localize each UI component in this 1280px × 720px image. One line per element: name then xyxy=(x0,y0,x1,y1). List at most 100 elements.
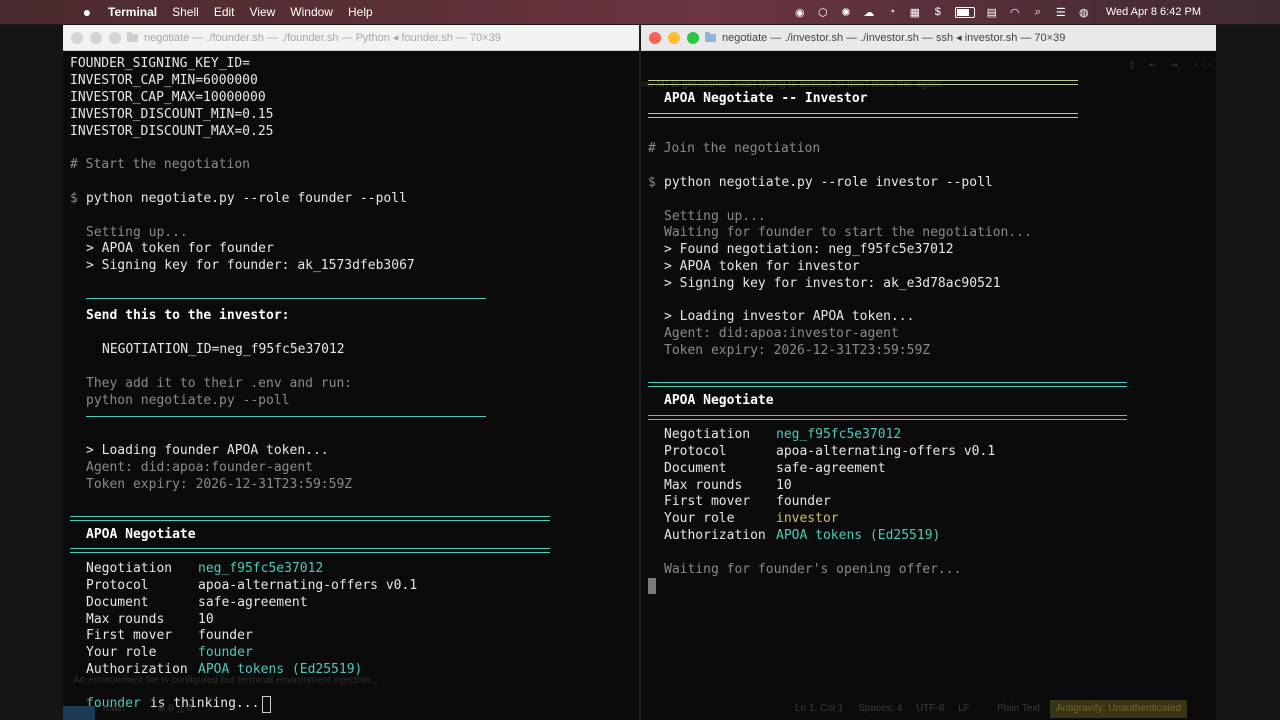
founder-terminal-window[interactable]: negotiate — ./founder.sh — ./founder.sh … xyxy=(63,25,639,720)
cursor-position[interactable]: Ln 1, Col 1 xyxy=(795,703,843,714)
token-line: > APOA token for founder xyxy=(86,241,274,256)
section-header: APOA Negotiate xyxy=(86,527,196,542)
folder-icon xyxy=(705,31,716,42)
info-value: founder xyxy=(198,645,253,660)
info-value: apoa-alternating-offers v0.1 xyxy=(776,444,996,459)
info-key: First mover xyxy=(86,628,173,643)
info-value: APOA tokens (Ed25519) xyxy=(776,528,941,543)
menu-view[interactable]: View xyxy=(250,5,276,19)
right-editor-gutter xyxy=(1216,25,1280,720)
banner-title: APOA Negotiate -- Investor xyxy=(664,91,868,106)
info-value: safe-agreement xyxy=(776,461,886,476)
menu-window[interactable]: Window xyxy=(290,5,333,19)
info-key: Your role xyxy=(664,511,735,526)
wifi-icon[interactable]: ◠ xyxy=(1008,5,1022,19)
minimize-button[interactable] xyxy=(668,31,680,44)
banner-rule xyxy=(648,80,1078,85)
grid-icon[interactable]: ▦ xyxy=(908,5,922,19)
founder-terminal-content[interactable]: FOUNDER_SIGNING_KEY_ID= INVESTOR_CAP_MIN… xyxy=(63,51,639,720)
close-button[interactable] xyxy=(649,31,661,44)
info-key: Protocol xyxy=(86,578,149,593)
setting-up-line: Setting up... xyxy=(86,225,188,240)
divider xyxy=(86,416,486,417)
token-line: > APOA token for investor xyxy=(664,259,860,274)
info-value: investor xyxy=(776,511,839,526)
found-line: > Found negotiation: neg_f95fc5e37012 xyxy=(664,242,954,257)
env-line: INVESTOR_DISCOUNT_MIN=0.15 xyxy=(70,107,274,122)
info-value: safe-agreement xyxy=(198,595,308,610)
indentation[interactable]: Spaces: 4 xyxy=(858,703,902,714)
user-avatar-icon[interactable]: ◍ xyxy=(1077,5,1091,19)
waiting-start-line: Waiting for founder to start the negotia… xyxy=(664,225,1032,240)
investor-window-title: negotiate — ./investor.sh — ./investor.s… xyxy=(705,31,1065,44)
env-line: FOUNDER_SIGNING_KEY_ID= xyxy=(70,56,251,71)
back-arrow-icon: ← xyxy=(1149,58,1156,71)
zoom-button[interactable] xyxy=(687,31,699,44)
founder-window-title: negotiate — ./founder.sh — ./founder.sh … xyxy=(127,31,501,44)
antigravity-status[interactable]: Antigravity: Unauthenticated xyxy=(1050,700,1188,718)
apple-menu-icon[interactable]: ● xyxy=(80,4,94,20)
terminal-cursor xyxy=(648,578,656,594)
split-editor-icon: ▯ xyxy=(1129,58,1136,71)
line-ending[interactable]: LF xyxy=(958,703,970,714)
prompt-symbol: $ xyxy=(70,191,78,206)
dollar-icon[interactable]: $ xyxy=(931,5,945,19)
brightness-icon[interactable]: ✺ xyxy=(839,5,853,19)
menu-clock[interactable]: Wed Apr 8 6:42 PM xyxy=(1106,6,1201,18)
minimize-button[interactable] xyxy=(90,31,102,44)
editor-status-bar: main ⊗ 0 △ 0 Ln 1, Col 1 Spaces: 4 UTF-8… xyxy=(0,698,1280,720)
founder-title-text: negotiate — ./founder.sh — ./founder.sh … xyxy=(144,32,501,44)
info-key: Authorization xyxy=(664,528,766,543)
encoding[interactable]: UTF-8 xyxy=(916,703,944,714)
header-rule xyxy=(70,516,550,521)
investor-window-titlebar[interactable]: negotiate — ./investor.sh — ./investor.s… xyxy=(641,25,1216,51)
info-key: Protocol xyxy=(664,444,727,459)
gauge-icon[interactable]: ◔ xyxy=(885,5,899,19)
info-key: Your role xyxy=(86,645,157,660)
info-key: Negotiation xyxy=(86,561,173,576)
folder-icon xyxy=(127,31,138,42)
info-value: apoa-alternating-offers v0.1 xyxy=(198,578,418,593)
founder-window-titlebar[interactable]: negotiate — ./founder.sh — ./founder.sh … xyxy=(63,25,639,51)
box-icon[interactable]: ⬡ xyxy=(816,5,830,19)
expiry-line: Token expiry: 2026-12-31T23:59:59Z xyxy=(664,343,931,358)
menu-bar: ● Terminal Shell Edit View Window Help ◉… xyxy=(0,0,1280,24)
info-key: Document xyxy=(86,595,149,610)
control-center-icon[interactable]: ☰ xyxy=(1054,5,1068,19)
loading-line: > Loading investor APOA token... xyxy=(664,309,915,324)
menu-edit[interactable]: Edit xyxy=(214,5,235,19)
header-rule xyxy=(70,548,550,553)
record-icon[interactable]: ◉ xyxy=(793,5,807,19)
agent-line: Agent: did:apoa:founder-agent xyxy=(86,460,313,475)
info-value: neg_f95fc5e37012 xyxy=(198,561,324,576)
info-value: founder xyxy=(198,628,253,643)
zoom-button[interactable] xyxy=(109,31,121,44)
command-line: python negotiate.py --role investor --po… xyxy=(664,175,993,190)
info-value: 10 xyxy=(198,612,214,627)
instruction-command: python negotiate.py --poll xyxy=(86,393,290,408)
left-editor-gutter xyxy=(0,25,63,720)
expiry-line: Token expiry: 2026-12-31T23:59:59Z xyxy=(86,477,353,492)
info-key: First mover xyxy=(664,494,751,509)
language-mode[interactable]: Plain Text xyxy=(997,703,1040,714)
section-header: APOA Negotiate xyxy=(664,393,774,408)
info-value: neg_f95fc5e37012 xyxy=(776,427,902,442)
problems-indicator[interactable]: ⊗ 0 △ 0 xyxy=(157,703,193,714)
remote-indicator[interactable] xyxy=(63,706,95,720)
cloud-icon[interactable]: ☁ xyxy=(862,5,876,19)
investor-terminal-window[interactable]: negotiate — ./investor.sh — ./investor.s… xyxy=(641,25,1216,720)
menu-shell[interactable]: Shell xyxy=(172,5,199,19)
forward-arrow-icon: → xyxy=(1171,58,1178,71)
menu-help[interactable]: Help xyxy=(348,5,373,19)
menu-app-name[interactable]: Terminal xyxy=(108,5,157,19)
battery-icon[interactable] xyxy=(954,5,976,19)
info-key: Max rounds xyxy=(86,612,165,627)
info-value: 10 xyxy=(776,478,792,493)
investor-terminal-content[interactable]: ow M) to get started. Start typing to di… xyxy=(641,51,1216,720)
branch-indicator[interactable]: main xyxy=(103,703,125,714)
signing-key-line: > Signing key for founder: ak_1573dfeb30… xyxy=(86,258,415,273)
close-button[interactable] xyxy=(71,31,83,44)
keyboard-icon[interactable]: ▤ xyxy=(985,5,999,19)
search-icon[interactable]: ⌕ xyxy=(1031,5,1045,19)
comment-line: # Join the negotiation xyxy=(648,141,821,156)
